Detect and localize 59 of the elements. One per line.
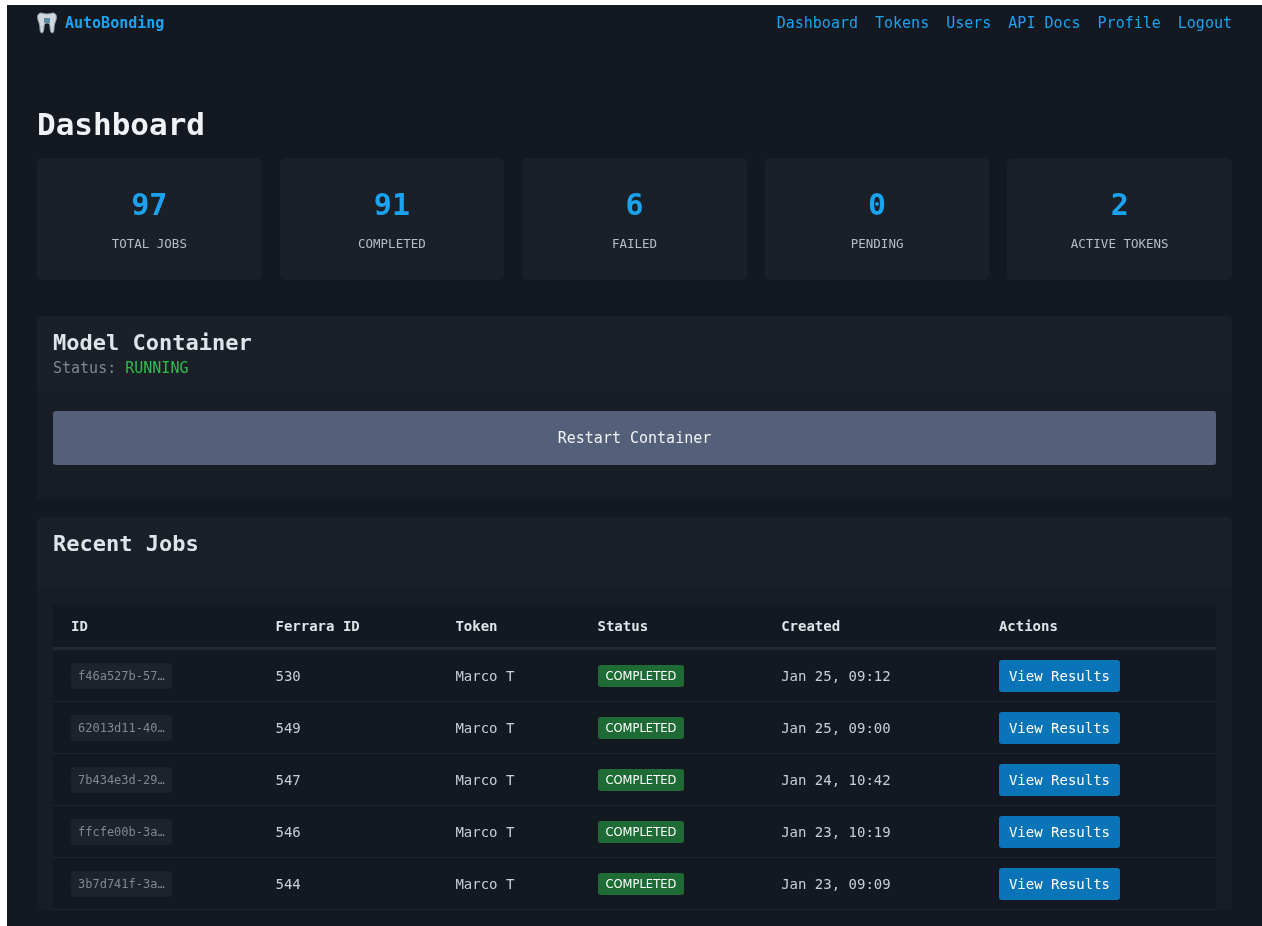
nav-link[interactable]: Tokens [875, 14, 930, 32]
table-cell: Jan 23, 10:19 [781, 823, 891, 840]
column-header: Created [763, 605, 981, 649]
nav-link[interactable]: Logout [1177, 14, 1232, 32]
nav-link[interactable]: Dashboard [776, 14, 858, 32]
stat-label: ACTIVE TOKENS [1070, 236, 1169, 251]
stat-label: PENDING [850, 236, 904, 251]
column-header: Token [437, 605, 580, 649]
stat-value: 97 [131, 187, 168, 222]
job-id: f46a527b-57… [71, 662, 172, 689]
view-results-button[interactable]: View Results [998, 659, 1121, 692]
tooth-icon [37, 12, 57, 34]
stat-value: 91 [373, 187, 410, 222]
job-id: 3b7d741f-3a… [71, 870, 172, 897]
status-badge: COMPLETED [597, 664, 685, 687]
table-cell: 549 [275, 719, 301, 736]
stat-label: FAILED [611, 236, 658, 251]
status-badge: COMPLETED [597, 872, 685, 895]
panel-title: Recent Jobs [53, 531, 200, 556]
job-id: 7b434e3d-29… [71, 766, 172, 793]
page-title: Dashboard [37, 109, 206, 140]
view-results-button[interactable]: View Results [998, 763, 1121, 796]
brand-name[interactable]: AutoBonding [65, 14, 165, 32]
column-header: Ferrara ID [257, 605, 438, 649]
container-status: Status: RUNNING [53, 359, 189, 377]
column-header: Status [579, 605, 764, 649]
table-cell: Marco T [455, 823, 515, 840]
job-id: 62013d11-40… [71, 714, 172, 741]
nav-link[interactable]: API Docs [1008, 14, 1081, 32]
table-cell: Jan 25, 09:12 [781, 667, 891, 684]
nav-link[interactable]: Profile [1097, 14, 1161, 32]
table-cell: 547 [275, 771, 301, 788]
status-badge: COMPLETED [597, 716, 685, 739]
table-cell: Marco T [455, 719, 515, 736]
table-cell: Jan 25, 09:00 [781, 719, 891, 736]
table-cell: 546 [275, 823, 301, 840]
view-results-button[interactable]: View Results [998, 815, 1121, 848]
restart-button[interactable]: Restart Container [53, 411, 1216, 465]
view-results-button[interactable]: View Results [998, 711, 1121, 744]
stat-label: TOTAL JOBS [111, 236, 187, 251]
stat-label: COMPLETED [358, 236, 426, 251]
table-cell: Marco T [455, 667, 515, 684]
stat-value: 6 [625, 187, 644, 222]
column-header: Actions [980, 605, 1216, 649]
stat-value: 2 [1110, 187, 1129, 222]
table-cell: Marco T [455, 771, 515, 788]
stat-value: 0 [868, 187, 887, 222]
table-cell: Jan 24, 10:42 [781, 771, 891, 788]
column-header: ID [53, 605, 258, 649]
job-id: ffcfe00b-3a… [71, 818, 172, 845]
status-badge: COMPLETED [597, 768, 685, 791]
table-cell: Jan 23, 09:09 [781, 875, 891, 892]
table-cell: 544 [275, 875, 301, 892]
nav-link[interactable]: Users [946, 14, 992, 32]
view-results-button[interactable]: View Results [998, 867, 1121, 900]
table-cell: 530 [275, 667, 301, 684]
table-cell: Marco T [455, 875, 515, 892]
panel-title: Model Container [53, 330, 253, 355]
status-badge: COMPLETED [597, 820, 685, 843]
